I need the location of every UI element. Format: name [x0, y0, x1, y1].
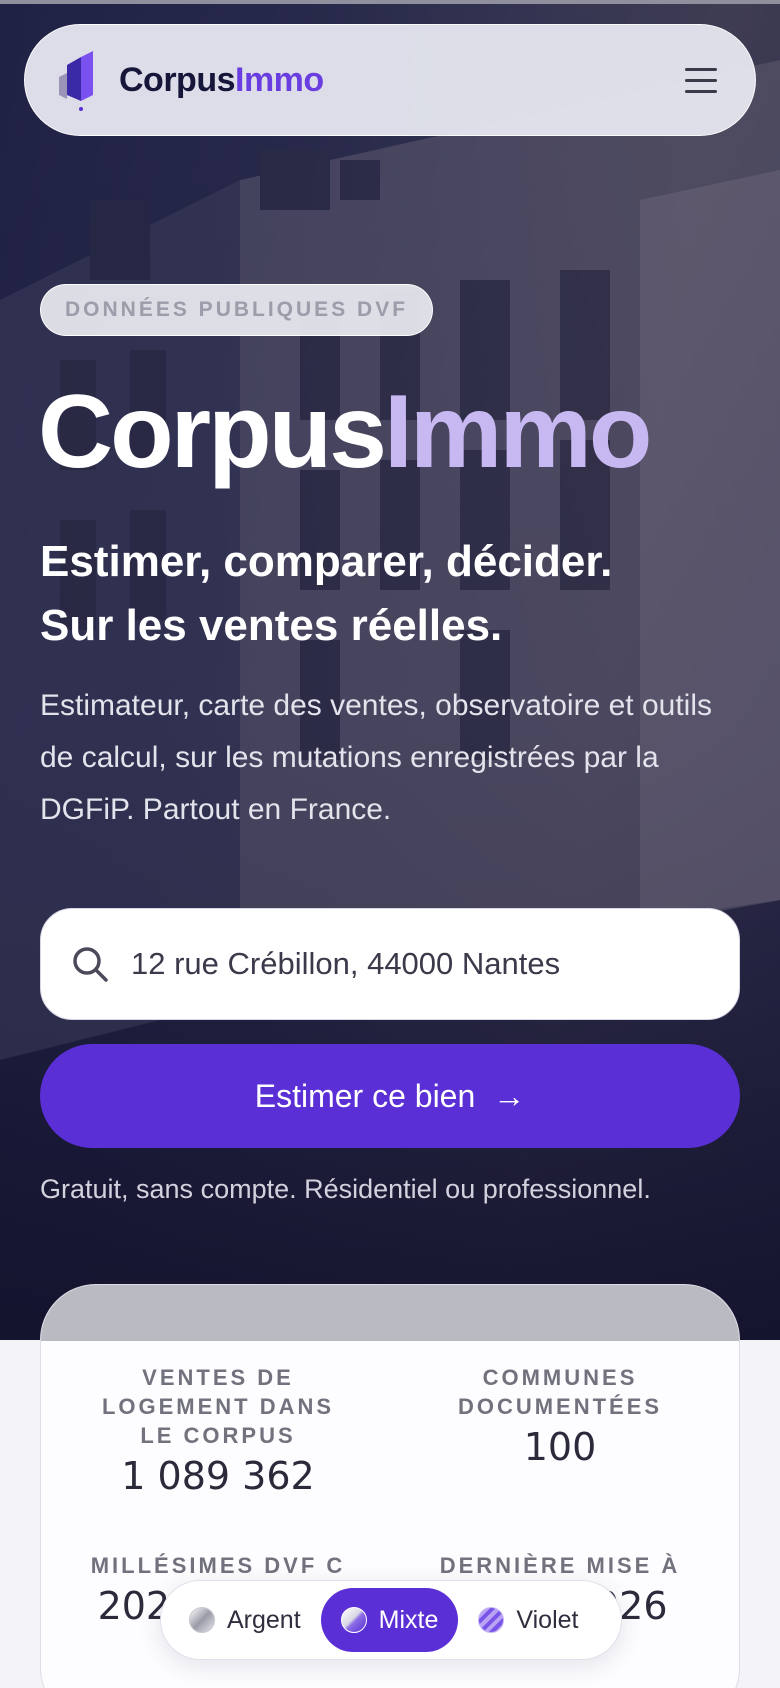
theme-option-violet[interactable]: Violet	[458, 1588, 598, 1652]
top-border	[0, 0, 780, 4]
address-input[interactable]	[131, 946, 709, 982]
logo-icon[interactable]	[57, 49, 105, 111]
site-header: CorpusImmo	[24, 24, 756, 136]
silver-dot-icon	[189, 1607, 215, 1633]
arrow-right-icon: →	[493, 1077, 526, 1114]
data-source-badge: DONNÉES PUBLIQUES DVF	[40, 284, 434, 336]
free-note: Gratuit, sans compte. Résidentiel ou pro…	[40, 1174, 651, 1204]
menu-icon[interactable]	[679, 58, 723, 102]
hero-description: Estimateur, carte des ventes, observatoi…	[40, 689, 712, 826]
search-icon	[73, 947, 108, 982]
estimate-button[interactable]: Estimer ce bien →	[40, 1044, 740, 1148]
violet-dot-icon	[478, 1607, 505, 1633]
stat-communes: COMMUNES DOCUMENTÉES 100	[457, 1365, 663, 1469]
theme-switcher: Argent Mixte Violet	[160, 1580, 622, 1660]
stat-sales: VENTES DE LOGEMENT DANS LE CORPUS 1 089 …	[101, 1365, 335, 1498]
hero-title: CorpusImmo	[38, 374, 652, 490]
mixed-dot-icon	[340, 1607, 367, 1633]
address-search[interactable]	[40, 908, 740, 1020]
theme-option-mixte[interactable]: Mixte	[320, 1588, 459, 1652]
theme-option-argent[interactable]: Argent	[169, 1588, 321, 1652]
logo-text[interactable]: CorpusImmo	[119, 61, 324, 100]
hero-subtitle: Estimer, comparer, décider. Sur les vent…	[40, 537, 613, 650]
